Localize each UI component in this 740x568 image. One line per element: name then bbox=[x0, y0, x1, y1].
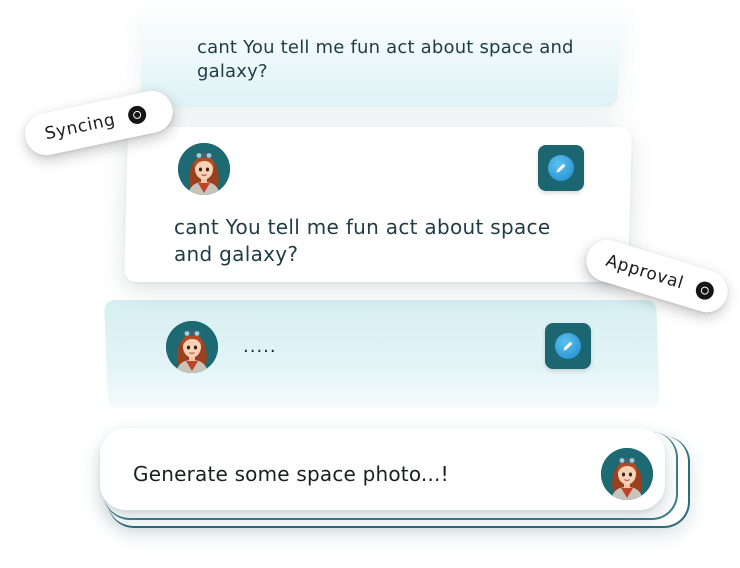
user-avatar bbox=[178, 143, 230, 195]
avatar-icon bbox=[178, 143, 230, 195]
status-ring-icon bbox=[126, 104, 149, 126]
typing-indicator: ..... bbox=[243, 336, 277, 357]
edit-message-button[interactable] bbox=[538, 145, 584, 191]
avatar-icon bbox=[601, 448, 653, 500]
syncing-badge-label: Syncing bbox=[43, 109, 118, 145]
user-message-text: cant You tell me fun act about space and… bbox=[174, 215, 551, 266]
status-ring-icon bbox=[693, 279, 717, 302]
composer-avatar[interactable] bbox=[601, 448, 653, 500]
avatar-icon bbox=[166, 321, 218, 373]
prompt-input[interactable] bbox=[133, 459, 563, 489]
edit-response-button[interactable] bbox=[545, 323, 591, 369]
approval-badge-label: Approval bbox=[603, 250, 686, 294]
assistant-avatar bbox=[166, 321, 218, 373]
chat-stage: cant You tell me fun act about space and… bbox=[0, 0, 740, 568]
pencil-edit-icon bbox=[548, 155, 574, 181]
previous-message-text: cant You tell me fun act about space and… bbox=[197, 37, 574, 82]
pencil-edit-icon bbox=[555, 333, 581, 359]
